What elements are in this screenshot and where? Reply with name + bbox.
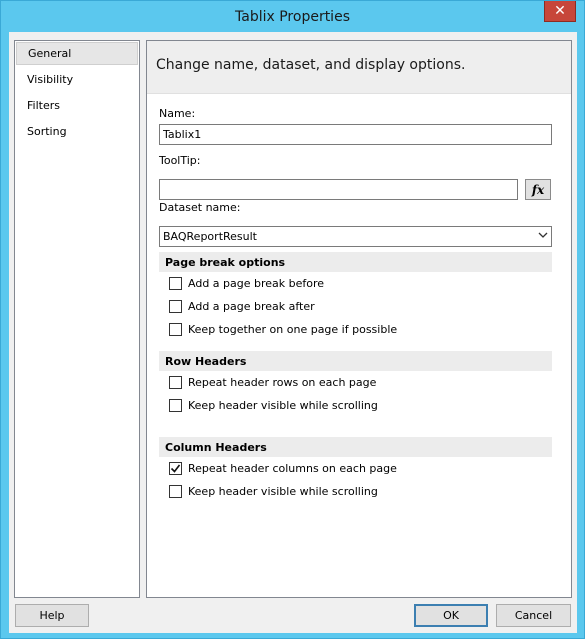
- tooltip-input[interactable]: [159, 179, 518, 200]
- repeat-column-headers-option[interactable]: Repeat header columns on each page: [169, 460, 397, 476]
- close-icon: ✕: [554, 3, 566, 19]
- row-headers-section-header: Row Headers: [159, 351, 552, 371]
- page-header-text: Change name, dataset, and display option…: [156, 57, 466, 73]
- column-header-visible-checkbox[interactable]: [169, 484, 182, 498]
- dataset-select[interactable]: BAQReportResult: [159, 226, 552, 247]
- checkbox-label: Keep header visible while scrolling: [188, 484, 378, 498]
- repeat-row-headers-checkbox[interactable]: [169, 375, 182, 389]
- checkbox-label: Keep header visible while scrolling: [188, 398, 378, 412]
- checkbox-label: Repeat header columns on each page: [188, 461, 397, 475]
- name-input[interactable]: [159, 124, 552, 145]
- column-headers-section-header: Column Headers: [159, 437, 552, 457]
- section-title: Row Headers: [165, 354, 247, 368]
- page-nav-list: General Visibility Filters Sorting: [14, 40, 140, 598]
- column-header-visible-option[interactable]: Keep header visible while scrolling: [169, 483, 378, 499]
- dataset-selected-value: BAQReportResult: [163, 230, 257, 243]
- title-bar[interactable]: Tablix Properties ✕: [1, 1, 584, 33]
- button-label: OK: [443, 609, 459, 622]
- page-break-section-header: Page break options: [159, 252, 552, 272]
- checkbox-label: Add a page break before: [188, 276, 325, 290]
- close-button[interactable]: ✕: [544, 1, 576, 22]
- page-break-after-checkbox[interactable]: [169, 299, 182, 313]
- expression-button[interactable]: fx: [525, 179, 551, 200]
- button-label: Cancel: [514, 609, 553, 622]
- row-header-visible-checkbox[interactable]: [169, 398, 182, 412]
- section-title: Page break options: [165, 255, 286, 269]
- button-label: Help: [39, 609, 65, 622]
- section-title: Column Headers: [165, 440, 267, 454]
- nav-item-general[interactable]: General: [16, 42, 138, 65]
- fx-icon: fx: [531, 182, 545, 197]
- page-break-before-option[interactable]: Add a page break before: [169, 275, 324, 291]
- repeat-column-headers-checkbox[interactable]: [169, 461, 182, 475]
- repeat-row-headers-option[interactable]: Repeat header rows on each page: [169, 374, 376, 390]
- checkbox-label: Keep together on one page if possible: [188, 322, 398, 336]
- dialog-client-area: General Visibility Filters Sorting Chang…: [9, 32, 577, 633]
- nav-item-label: General: [28, 47, 72, 60]
- nav-item-label: Filters: [27, 99, 60, 112]
- dialog-window: Tablix Properties ✕ General Visibility F…: [0, 0, 585, 639]
- nav-item-label: Sorting: [27, 125, 67, 138]
- nav-item-label: Visibility: [27, 73, 74, 86]
- page-header: Change name, dataset, and display option…: [147, 41, 571, 94]
- keep-together-checkbox[interactable]: [169, 322, 182, 336]
- page-break-after-option[interactable]: Add a page break after: [169, 298, 315, 314]
- nav-item-visibility[interactable]: Visibility: [16, 68, 138, 91]
- checkbox-label: Repeat header rows on each page: [188, 375, 377, 389]
- nav-item-sorting[interactable]: Sorting: [16, 120, 138, 143]
- checkmark-icon: [170, 464, 181, 473]
- name-label: Name:: [159, 107, 196, 120]
- tooltip-label: ToolTip:: [159, 154, 201, 167]
- ok-button[interactable]: OK: [414, 604, 488, 627]
- general-page-panel: Change name, dataset, and display option…: [146, 40, 572, 598]
- dataset-label: Dataset name:: [159, 201, 241, 214]
- keep-together-option[interactable]: Keep together on one page if possible: [169, 321, 397, 337]
- cancel-button[interactable]: Cancel: [496, 604, 571, 627]
- help-button[interactable]: Help: [15, 604, 89, 627]
- window-title: Tablix Properties: [235, 9, 350, 25]
- nav-item-filters[interactable]: Filters: [16, 94, 138, 117]
- checkbox-label: Add a page break after: [188, 299, 315, 313]
- row-header-visible-option[interactable]: Keep header visible while scrolling: [169, 397, 378, 413]
- chevron-down-icon: [538, 230, 548, 243]
- page-break-before-checkbox[interactable]: [169, 276, 182, 290]
